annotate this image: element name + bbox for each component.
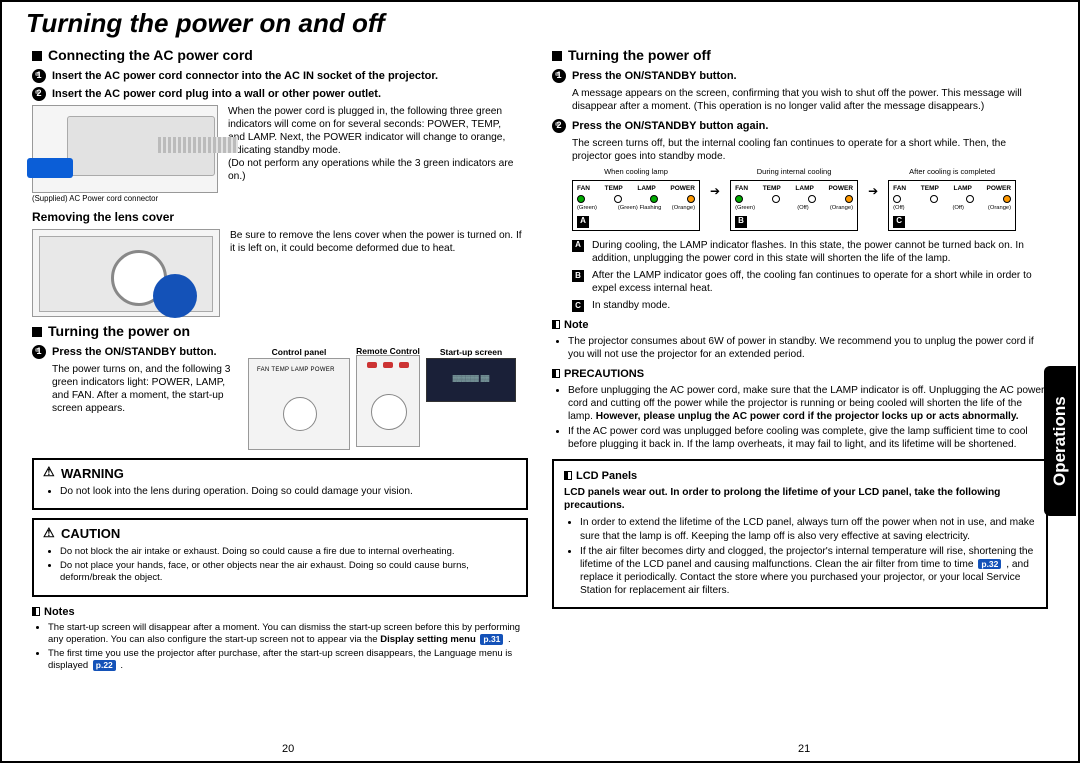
figure-remote-control: [356, 355, 420, 447]
arrow-right-icon: ➔: [868, 184, 878, 213]
figure-lens-cover: [32, 229, 220, 317]
note-language-menu: The first time you use the projector aft…: [48, 648, 528, 672]
state-c-description: CIn standby mode.: [572, 299, 1048, 312]
label-control-panel: Control panel: [248, 347, 350, 358]
note-startup-screen: The start-up screen will disappear after…: [48, 622, 528, 646]
note-heading-right: Note: [552, 318, 1048, 332]
caution-box: CAUTION Do not block the air intake or e…: [32, 518, 528, 596]
right-column: Turning the power off 1 Press the ON/STA…: [552, 45, 1048, 674]
page-title: Turning the power on and off: [26, 8, 1064, 39]
step-press-onstandby-on: 1 Press the ON/STANDBY button.: [32, 345, 240, 359]
caution-item-air-intake: Do not block the air intake or exhaust. …: [60, 546, 516, 558]
section-removing-lens-cover: Removing the lens cover: [32, 210, 528, 225]
lcd-lead-text: LCD panels wear out. In order to prolong…: [564, 486, 1036, 512]
figure-startup-screen: ▓▓▓▓▓▓ ▓▓: [426, 358, 516, 402]
power-on-description: The power turns on, and the following 3 …: [52, 363, 240, 415]
left-column: Connecting the AC power cord 1 Insert th…: [32, 45, 528, 674]
precaution-unplug-cord: Before unplugging the AC power cord, mak…: [568, 384, 1048, 423]
manual-page-spread: Operations Turning the power on and off …: [0, 0, 1080, 763]
section-turning-power-on: Turning the power on: [32, 323, 528, 341]
state-a-description: ADuring cooling, the LAMP indicator flas…: [572, 239, 1048, 265]
warning-box: WARNING Do not look into the lens during…: [32, 458, 528, 511]
lcd-tip-turn-off: In order to extend the lifetime of the L…: [580, 516, 1036, 542]
step-2-insert-wall: 2 Insert the AC power cord plug into a w…: [32, 87, 528, 101]
step-press-onstandby-off-2: 2 Press the ON/STANDBY button again.: [552, 119, 1048, 133]
step-number-2-icon: 2: [32, 87, 46, 101]
ac-plug-icon: [27, 158, 73, 178]
page-number-left: 20: [282, 743, 294, 755]
lens-cap-icon: [153, 274, 197, 318]
page-ref-31: p.31: [480, 634, 503, 645]
label-startup-screen: Start-up screen: [426, 347, 516, 358]
lcd-tip-air-filter: If the air filter becomes dirty and clog…: [580, 545, 1036, 597]
plug-in-description: When the power cord is plugged in, the f…: [228, 105, 520, 157]
led-state-c: FANTEMPLAMPPOWER (Off)(Off)(Orange) C: [888, 180, 1016, 231]
led-state-b: FANTEMPLAMPPOWER (Green)(Off)(Orange) B: [730, 180, 858, 231]
warning-item-lens: Do not look into the lens during operati…: [60, 485, 516, 498]
power-off-step2-body: The screen turns off, but the internal c…: [572, 137, 1048, 163]
precautions-heading: PRECAUTIONS: [552, 367, 1048, 381]
figure-projector-ac-cord: [32, 105, 218, 193]
arrow-right-icon: ➔: [710, 184, 720, 213]
page-number-right: 21: [798, 743, 810, 755]
step-number-1-icon: 1: [32, 69, 46, 83]
step-number-1-icon: 1: [32, 345, 46, 359]
led-state-a: FANTEMPLAMPPOWER (Green)(Green) Flashing…: [572, 180, 700, 231]
page-ref-32: p.32: [978, 559, 1001, 570]
plug-in-note: (Do not perform any operations while the…: [228, 157, 520, 183]
step-1-insert-ac-in: 1 Insert the AC power cord connector int…: [32, 69, 528, 83]
power-off-step1-body: A message appears on the screen, confirm…: [572, 87, 1048, 113]
state-b-description: BAfter the LAMP indicator goes off, the …: [572, 269, 1048, 295]
step-press-onstandby-off-1: 1 Press the ON/STANDBY button.: [552, 69, 1048, 83]
figure-caption-ac-cord: (Supplied) AC Power cord connector: [32, 195, 218, 204]
note-standby-power: The projector consumes about 6W of power…: [568, 335, 1048, 361]
label-remote-control: Remote Control: [356, 347, 420, 356]
section-turning-power-off: Turning the power off: [552, 47, 1048, 65]
notes-heading: Notes: [32, 605, 528, 619]
section-tab-operations: Operations: [1044, 366, 1076, 516]
lcd-panels-box: LCD Panels LCD panels wear out. In order…: [552, 459, 1048, 608]
lens-cover-description: Be sure to remove the lens cover when th…: [230, 229, 522, 255]
step-number-1-icon: 1: [552, 69, 566, 83]
page-ref-22: p.22: [93, 660, 116, 671]
precaution-cooling: If the AC power cord was unplugged befor…: [568, 425, 1048, 451]
led-status-diagram: When cooling lamp FANTEMPLAMPPOWER (Gree…: [572, 167, 1048, 230]
caution-triangle-icon: [44, 529, 57, 541]
section-connecting-ac: Connecting the AC power cord: [32, 47, 528, 65]
step-number-2-icon: 2: [552, 119, 566, 133]
caution-item-exhaust: Do not place your hands, face, or other …: [60, 560, 516, 584]
warning-triangle-icon: [44, 468, 57, 480]
figure-control-panel: FAN TEMP LAMP POWER: [248, 358, 350, 450]
